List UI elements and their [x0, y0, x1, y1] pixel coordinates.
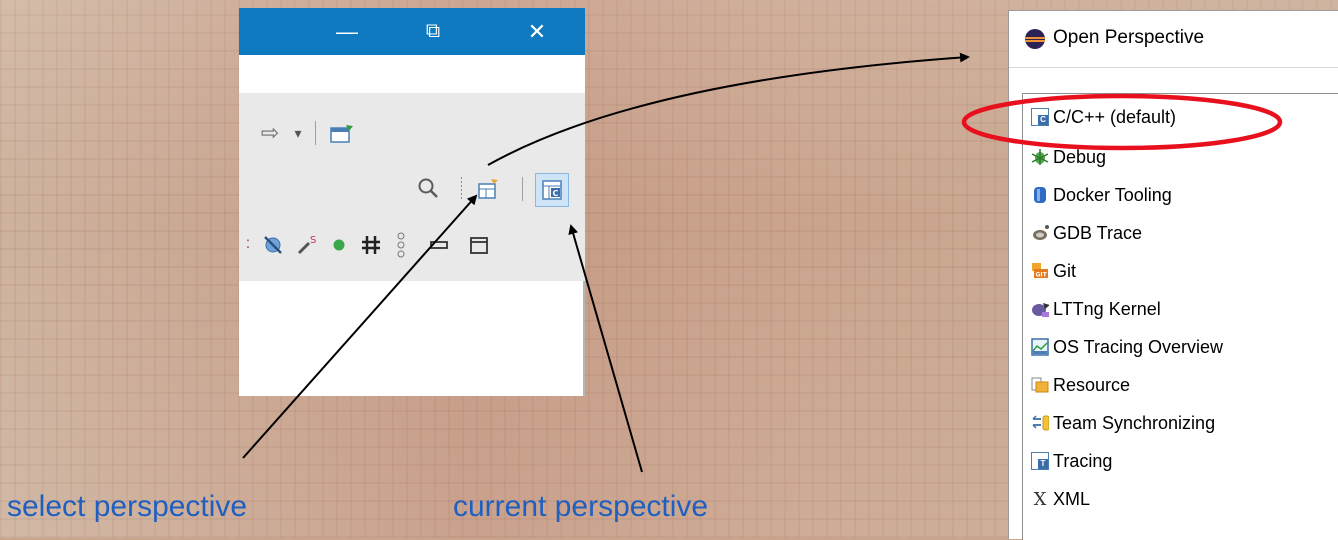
- caption-select-perspective: select perspective: [7, 490, 248, 523]
- arrow-current-perspective: [568, 224, 643, 473]
- annotation-overlay: [242, 52, 1283, 473]
- highlight-ellipse: [961, 93, 1283, 151]
- caption-current-perspective: current perspective: [453, 490, 709, 523]
- arrow-select-perspective: [242, 194, 478, 459]
- arrow-to-dialog: [487, 52, 970, 166]
